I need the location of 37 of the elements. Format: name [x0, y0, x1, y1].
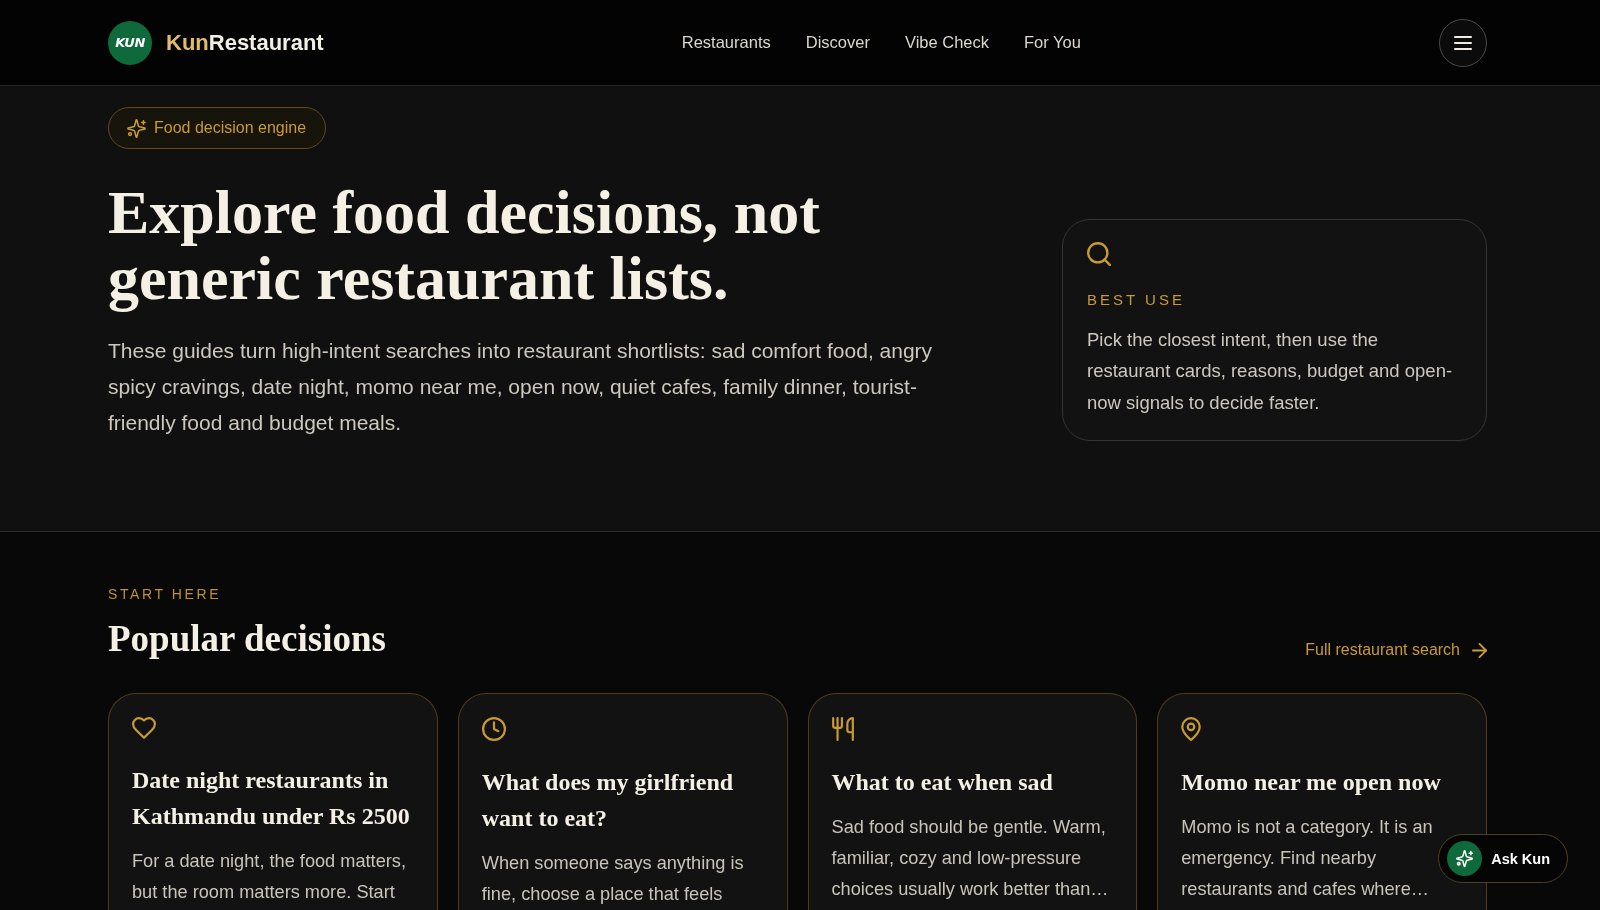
decision-card[interactable]: What does my girlfriend want to eat? When someone says anything is fine, choose a place that feels	[457, 693, 788, 910]
section-heading: Popular decisions	[108, 617, 386, 661]
hero-heading: Explore food decisions, not generic restaurant lists.	[108, 179, 821, 311]
arrow-right-icon	[1472, 642, 1487, 658]
hero-description: These guides turn high-intent searches into restaurant shortlists: sad comfort food, angry spicy cravings, date night, momo near me, open now, quiet cafes, family dinner, tourist-friendly food and budget meals.	[108, 338, 934, 436]
decision-card[interactable]: Momo near me open now Momo is not a category. It is an emergency. Find nearby restaurants and cafes where…	[1157, 693, 1487, 910]
card-title: What does my girlfriend want to eat?	[481, 768, 735, 833]
sparkle-icon	[1447, 841, 1483, 876]
nav-link[interactable]: Restaurants	[681, 33, 771, 52]
section-eyebrow: START HERE	[108, 585, 223, 603]
nav-link[interactable]: Discover	[805, 33, 870, 52]
fork-knife-icon	[831, 717, 854, 741]
decision-card[interactable]: Date night restaurants in Kathmandu under Rs 2500 For a date night, the food matters, but the room matters more. Start	[108, 693, 438, 910]
card-description: Momo is not a category. It is an emergency. Find nearby restaurants and cafes where…	[1181, 816, 1434, 901]
menu-icon	[1454, 35, 1472, 50]
clock-icon	[481, 717, 506, 741]
card-description: Sad food should be gentle. Warm, familiar, cozy and low-pressure choices usually work better than…	[831, 816, 1110, 901]
logo-mark[interactable]: KUN	[108, 20, 152, 65]
heart-icon	[132, 717, 156, 739]
card-title: What to eat when sad	[831, 768, 1054, 797]
info-card-label: BEST USE	[1087, 289, 1186, 310]
card-title: Momo near me open now	[1181, 768, 1442, 797]
decision-card[interactable]: What to eat when sad Sad food should be gentle. Warm, familiar, cozy and low-pressure choices usually work better than…	[807, 693, 1138, 910]
ask-kun-button[interactable]: Ask Kun	[1438, 834, 1568, 883]
card-description: For a date night, the food matters, but the room matters more. Start	[132, 850, 407, 904]
brand-name[interactable]: KunRestaurant	[166, 29, 324, 56]
info-card-text: Pick the closest intent, then use the restaurant cards, reasons, budget and open-now signals to decide faster.	[1087, 327, 1454, 415]
nav-link[interactable]: For You	[1024, 33, 1081, 52]
search-icon	[1087, 241, 1111, 266]
card-title: Date night restaurants in Kathmandu under Rs 2500	[132, 766, 411, 831]
map-pin-icon	[1181, 717, 1202, 741]
nav-link[interactable]: Vibe Check	[904, 33, 989, 52]
card-description: When someone says anything is fine, choose a place that feels	[481, 852, 745, 906]
sparkle-icon	[127, 118, 146, 138]
menu-button[interactable]	[1439, 18, 1487, 67]
search-link[interactable]: Full restaurant search	[1305, 640, 1487, 660]
tagline-text: Food decision engine	[154, 119, 307, 137]
